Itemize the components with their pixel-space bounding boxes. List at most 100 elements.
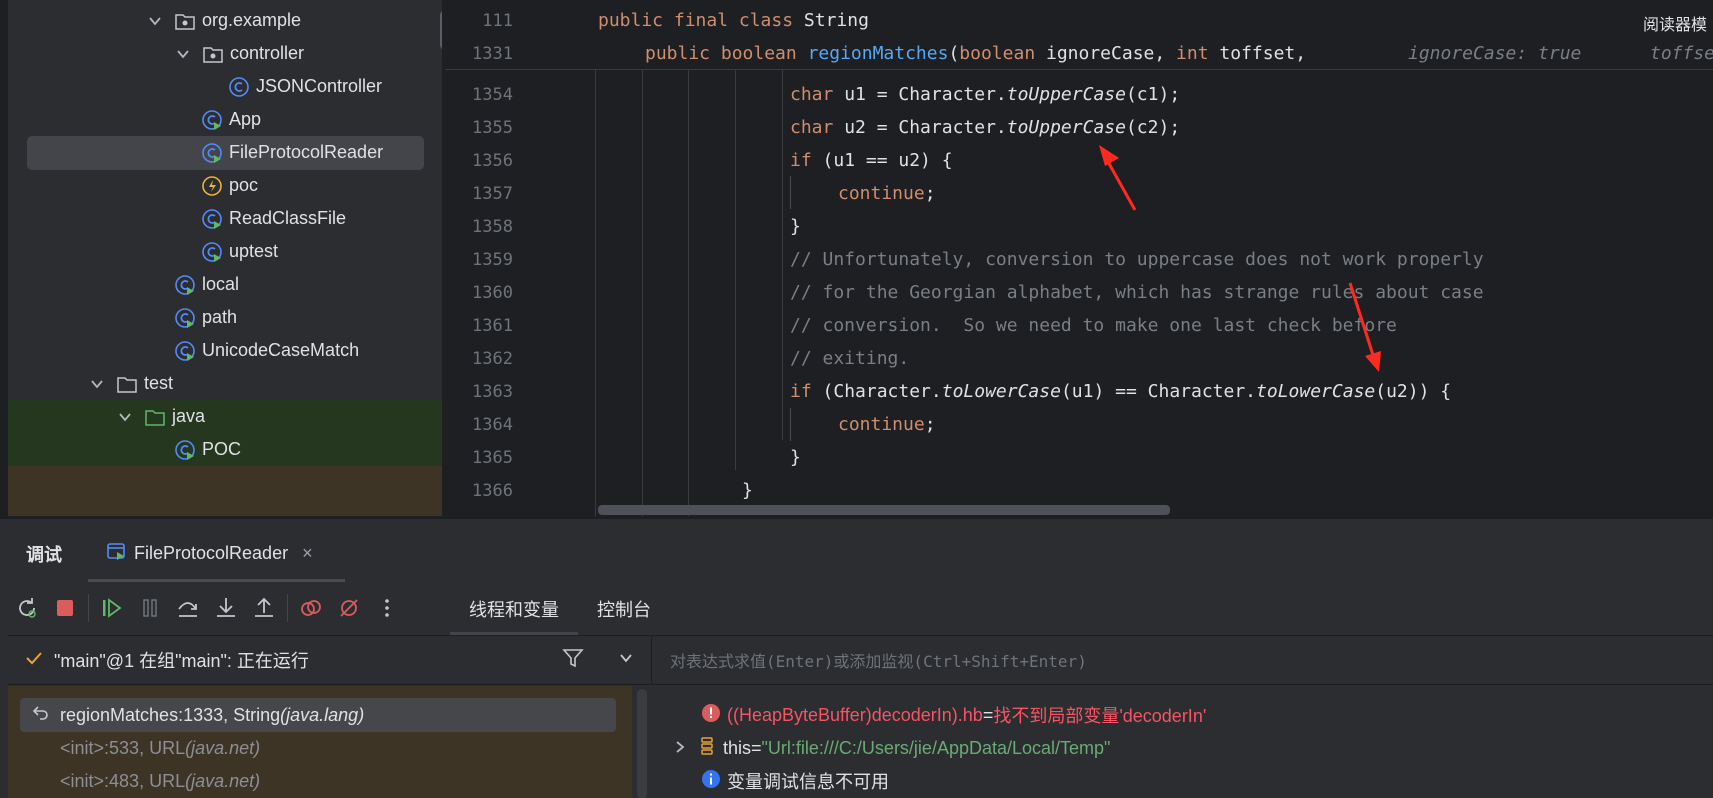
frame-method: <init>:533, URL	[60, 737, 186, 758]
debug-title: 调试	[26, 545, 62, 565]
tree-item-poc[interactable]: poc	[8, 169, 442, 202]
line-number: 1331	[472, 43, 513, 64]
variable-value: "Url:file:///C:/Users/jie/AppData/Local/…	[761, 737, 1111, 758]
frame-item[interactable]: <init>:533, URL (java.net)	[20, 731, 616, 765]
tree-item-poc-test[interactable]: POC	[8, 433, 442, 466]
variable-row[interactable]: this = "Url:file:///C:/Users/jie/AppData…	[673, 731, 1110, 765]
frame-method: <init>:483, URL	[60, 770, 186, 791]
code-text: public boolean regionMatches(boolean ign…	[645, 43, 1307, 64]
tree-item-unicodecasematch[interactable]: UnicodeCaseMatch	[8, 334, 442, 367]
tree-item-app[interactable]: App	[8, 103, 442, 136]
tree-item-path[interactable]: path	[8, 301, 442, 334]
runnable-class-icon	[201, 109, 223, 131]
runnable-class-icon	[174, 307, 196, 329]
variable-equals: =	[751, 737, 762, 758]
annotation-arrow	[1348, 282, 1381, 372]
debug-tool-window: 调试 FileProtocolReader × 线程和变量 控制台 "main"…	[0, 518, 1713, 798]
evaluate-expression-input[interactable]: 对表达式求值(Enter)或添加监视(Ctrl+Shift+Enter)	[651, 635, 1713, 685]
runnable-class-icon	[174, 274, 196, 296]
debug-header: 调试 FileProtocolReader ×	[0, 519, 1713, 582]
variable-row[interactable]: ((HeapByteBuffer)decoderIn).hb = 找不到局部变量…	[701, 698, 1206, 732]
annotation-arrow	[1099, 145, 1137, 211]
tree-item-readclassfile[interactable]: ReadClassFile	[8, 202, 442, 235]
mute-breakpoints-icon[interactable]	[330, 589, 368, 627]
pause-icon[interactable]	[131, 589, 169, 627]
info-text: 变量调试信息不可用	[727, 772, 889, 792]
session-tab[interactable]: FileProtocolReader ×	[88, 529, 345, 577]
tab-console[interactable]: 控制台	[578, 589, 670, 635]
error-icon	[701, 703, 721, 728]
tree-item-label: App	[229, 109, 262, 129]
tree-item-label: FileProtocolReader	[229, 142, 384, 162]
runnable-class-icon	[174, 340, 196, 362]
chevron-right-icon[interactable]	[673, 738, 687, 759]
tree-item-label: poc	[229, 175, 259, 195]
runnable-class-icon	[174, 439, 196, 461]
runnable-class-icon	[201, 241, 223, 263]
reader-mode-label[interactable]: 阅读器模	[1643, 11, 1707, 35]
class-icon	[228, 76, 250, 98]
close-icon[interactable]: ×	[302, 543, 313, 564]
test-folder-icon	[144, 406, 166, 428]
sticky-line[interactable]: 111 public final class String	[445, 4, 1713, 37]
tree-item-label: JSONController	[256, 76, 383, 96]
tree-item-controller[interactable]: controller	[8, 37, 442, 70]
tree-item-label: local	[202, 274, 240, 294]
field-icon	[697, 736, 717, 761]
tree-item-fileprotocolreader[interactable]: FileProtocolReader	[8, 136, 442, 170]
frames-scrollbar[interactable]	[637, 689, 647, 798]
filter-icon[interactable]	[562, 647, 584, 674]
inlay-hint: ignoreCase: true	[1408, 43, 1582, 64]
tree-item-jsoncontroller[interactable]: JSONController	[8, 70, 442, 103]
variables-list: ((HeapByteBuffer)decoderIn).hb = 找不到局部变量…	[651, 686, 1713, 798]
step-out-icon[interactable]	[245, 589, 283, 627]
variable-value: 找不到局部变量'decoderIn'	[993, 706, 1207, 726]
chevron-down-icon[interactable]	[148, 14, 162, 28]
tree-item-label: controller	[230, 43, 305, 63]
tree-item-label: POC	[202, 439, 242, 459]
tree-item-partial	[8, 466, 442, 516]
stop-icon[interactable]	[46, 589, 84, 627]
resume-icon[interactable]	[93, 589, 131, 627]
frames-list: regionMatches:1333, String (java.lang) <…	[8, 686, 632, 798]
project-tree: org.example controller JSONController Ap…	[8, 0, 442, 516]
tree-item-uptest[interactable]: uptest	[8, 235, 442, 268]
check-icon	[24, 648, 44, 673]
view-breakpoints-icon[interactable]	[292, 589, 330, 627]
frame-item[interactable]: <init>:483, URL (java.net)	[20, 764, 616, 798]
code-editor[interactable]: 阅读器模 111 public final class String 1331 …	[445, 0, 1713, 516]
tree-item-test[interactable]: test	[8, 367, 442, 400]
tree-scrollbar[interactable]	[440, 10, 442, 50]
step-into-icon[interactable]	[207, 589, 245, 627]
variable-equals: =	[982, 704, 994, 725]
tree-item-label: ReadClassFile	[229, 208, 347, 228]
tree-item-org-example[interactable]: org.example	[8, 4, 442, 37]
info-icon	[701, 769, 721, 794]
return-icon	[32, 704, 50, 727]
folder-icon	[116, 373, 138, 395]
chevron-down-icon[interactable]	[90, 377, 104, 391]
toolbar-separator	[287, 594, 288, 622]
tab-threads-variables[interactable]: 线程和变量	[450, 589, 578, 635]
more-icon[interactable]	[368, 589, 406, 627]
code-text: public final class String	[598, 10, 869, 31]
tree-item-java[interactable]: java	[8, 400, 442, 433]
step-over-icon[interactable]	[169, 589, 207, 627]
chevron-down-icon[interactable]	[176, 47, 190, 61]
sticky-line[interactable]: 1331 public boolean regionMatches(boolea…	[445, 37, 1713, 70]
tree-item-label: path	[202, 307, 238, 327]
chevron-down-icon[interactable]	[618, 650, 634, 671]
frame-item[interactable]: regionMatches:1333, String (java.lang)	[20, 698, 616, 732]
inlay-hint: toffset	[1650, 43, 1713, 64]
thread-selector[interactable]: "main"@1 在组"main": 正在运行	[8, 635, 650, 685]
function-icon	[201, 175, 223, 197]
chevron-down-icon[interactable]	[118, 410, 132, 424]
frame-package: (java.net)	[185, 737, 261, 758]
tree-item-label: test	[144, 373, 174, 393]
runnable-class-icon	[201, 208, 223, 230]
thread-status: "main"@1 在组"main": 正在运行	[54, 651, 309, 671]
rerun-icon[interactable]	[8, 589, 46, 627]
package-icon	[202, 43, 224, 65]
frame-package: (java.lang)	[280, 704, 365, 725]
tree-item-local[interactable]: local	[8, 268, 442, 301]
